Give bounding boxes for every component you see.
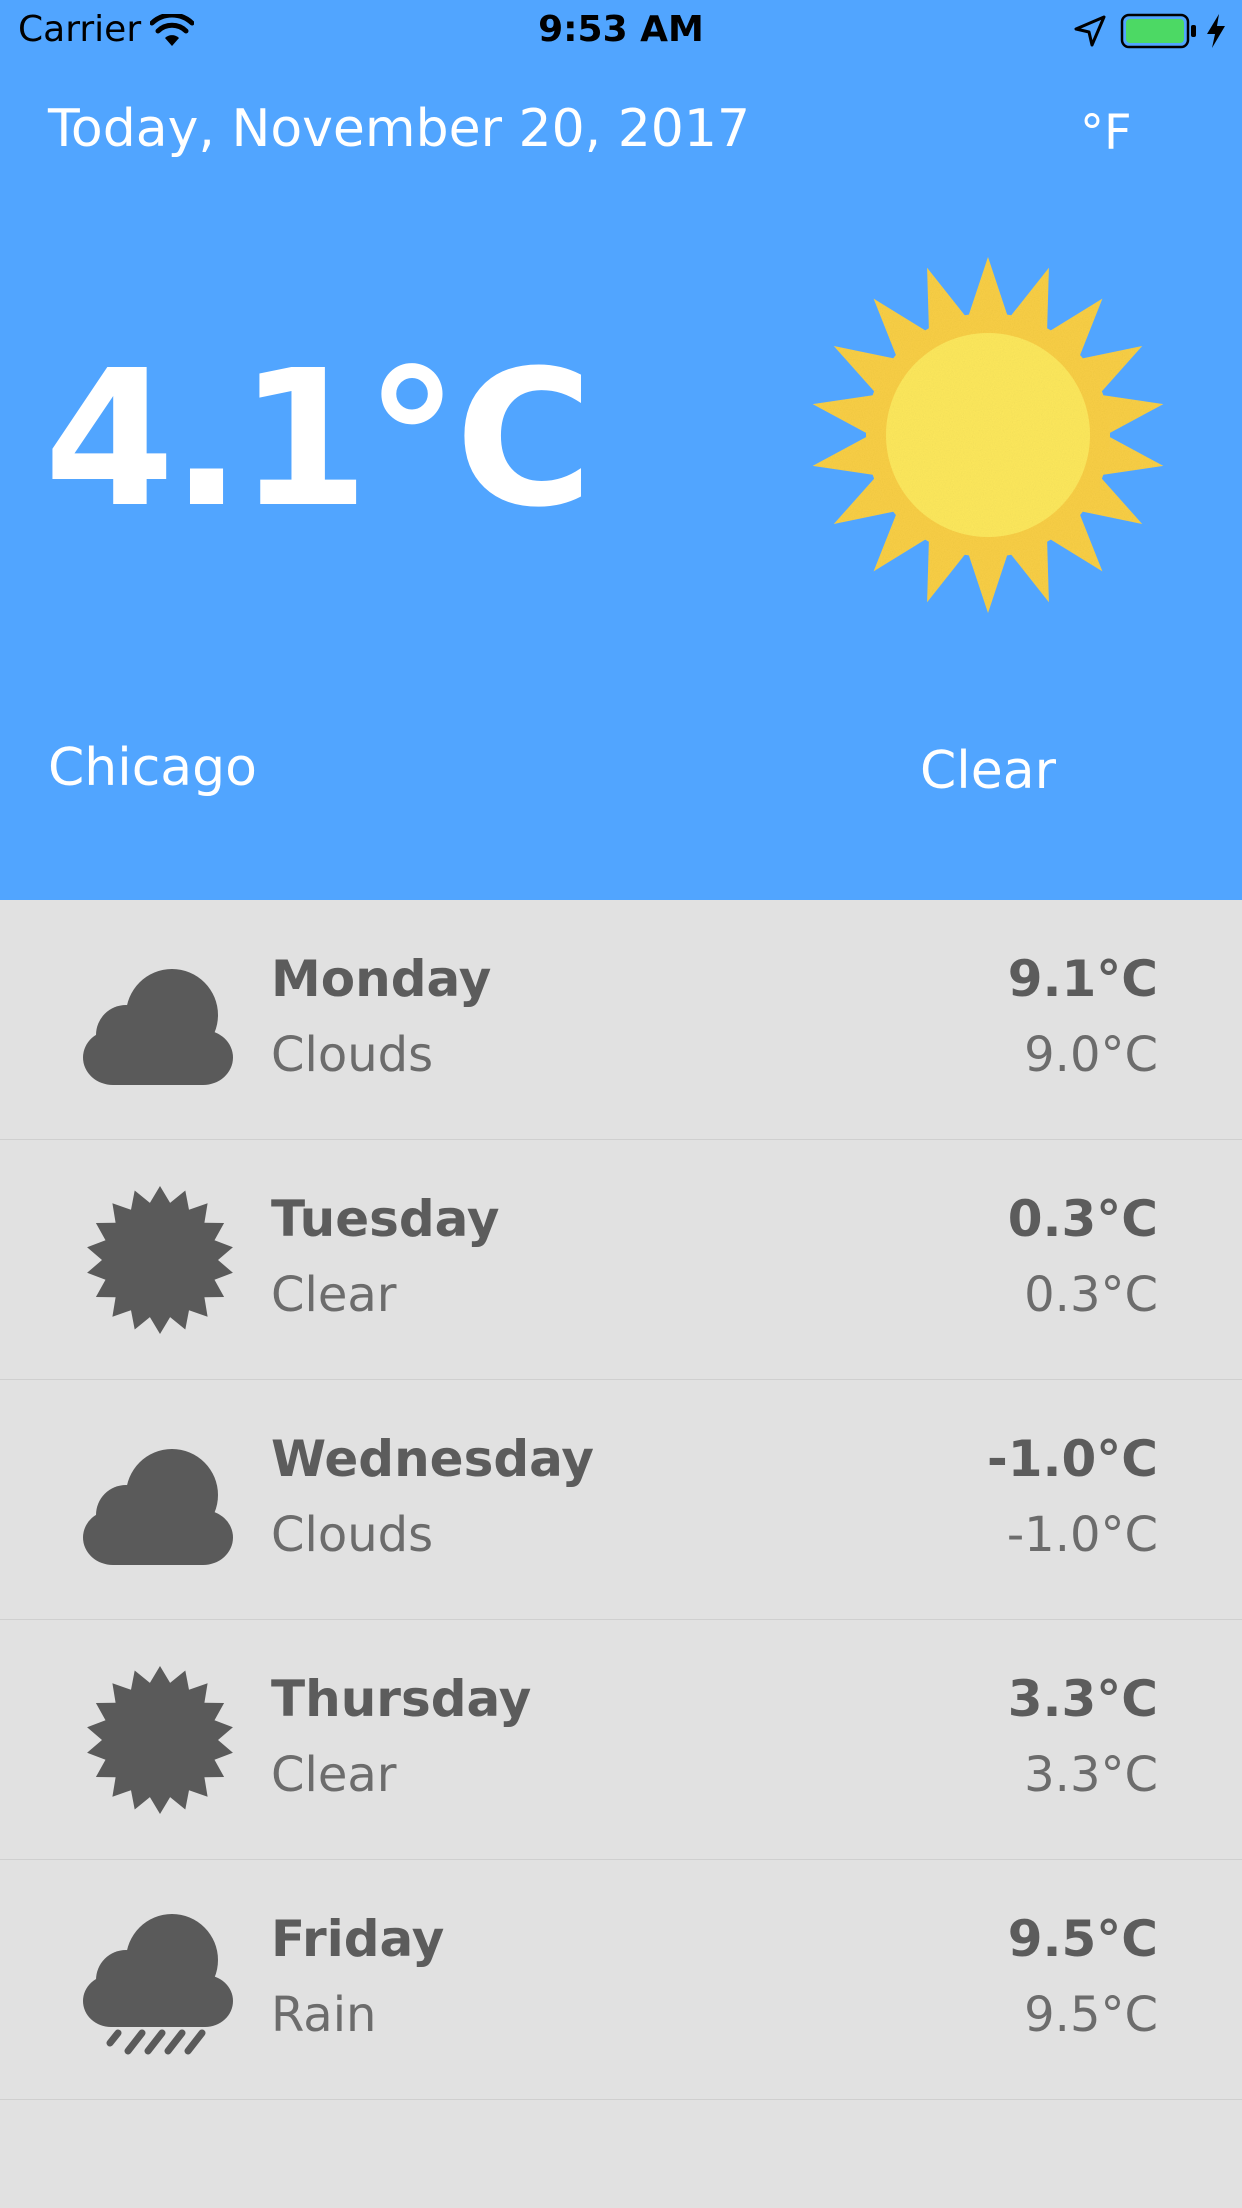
forecast-row[interactable]: Tuesday Clear 0.3°C 0.3°C	[0, 1140, 1242, 1380]
forecast-row[interactable]: Wednesday Clouds -1.0°C -1.0°C	[0, 1380, 1242, 1620]
forecast-condition: Rain	[271, 1987, 377, 2043]
rain-cloud-icon	[83, 1914, 233, 2055]
forecast-list: Monday Clouds 9.1°C 9.0°C Tuesday Clear …	[0, 900, 1242, 2100]
charging-bolt-icon	[1207, 14, 1225, 48]
current-temperature: 4.1°C	[44, 330, 593, 549]
unit-toggle-button[interactable]: °F	[1080, 100, 1132, 166]
forecast-high-temp: 3.3°C	[1007, 1670, 1158, 1728]
forecast-high-temp: 9.5°C	[1007, 1910, 1158, 1968]
battery-icon	[1120, 13, 1196, 49]
current-weather-panel: Carrier 9:53 AM Today, November 20, 2017…	[0, 0, 1242, 900]
forecast-high-temp: -1.0°C	[986, 1430, 1158, 1488]
forecast-row[interactable]: Thursday Clear 3.3°C 3.3°C	[0, 1620, 1242, 1860]
forecast-low-temp: 9.0°C	[1024, 1027, 1158, 1083]
forecast-day: Wednesday	[271, 1430, 594, 1488]
forecast-day: Tuesday	[271, 1190, 500, 1248]
forecast-high-temp: 9.1°C	[1007, 950, 1158, 1008]
forecast-condition: Clouds	[271, 1027, 434, 1083]
forecast-row[interactable]: Friday Rain 9.5°C 9.5°C	[0, 1860, 1242, 2100]
date-label: Today, November 20, 2017	[48, 99, 751, 159]
cloud-icon	[83, 969, 233, 1085]
sun-icon	[87, 1186, 233, 1334]
current-condition: Clear	[920, 741, 1056, 801]
status-bar: Carrier 9:53 AM	[0, 0, 1242, 62]
forecast-day: Monday	[271, 950, 492, 1008]
forecast-day: Friday	[271, 1910, 445, 1968]
forecast-low-temp: 9.5°C	[1024, 1987, 1158, 2043]
status-time: 9:53 AM	[538, 9, 704, 50]
cloud-icon	[83, 1449, 233, 1565]
forecast-condition: Clouds	[271, 1507, 434, 1563]
sun-icon	[87, 1666, 233, 1814]
forecast-low-temp: 0.3°C	[1024, 1267, 1158, 1323]
forecast-row[interactable]: Monday Clouds 9.1°C 9.0°C	[0, 900, 1242, 1140]
forecast-condition: Clear	[271, 1267, 397, 1323]
location-arrow-icon	[1074, 15, 1106, 47]
forecast-condition: Clear	[271, 1747, 397, 1803]
forecast-low-temp: 3.3°C	[1024, 1747, 1158, 1803]
city-label: Chicago	[48, 738, 257, 798]
forecast-day: Thursday	[271, 1670, 532, 1728]
forecast-low-temp: -1.0°C	[1006, 1507, 1158, 1563]
sun-icon	[812, 257, 1164, 613]
forecast-high-temp: 0.3°C	[1007, 1190, 1158, 1248]
